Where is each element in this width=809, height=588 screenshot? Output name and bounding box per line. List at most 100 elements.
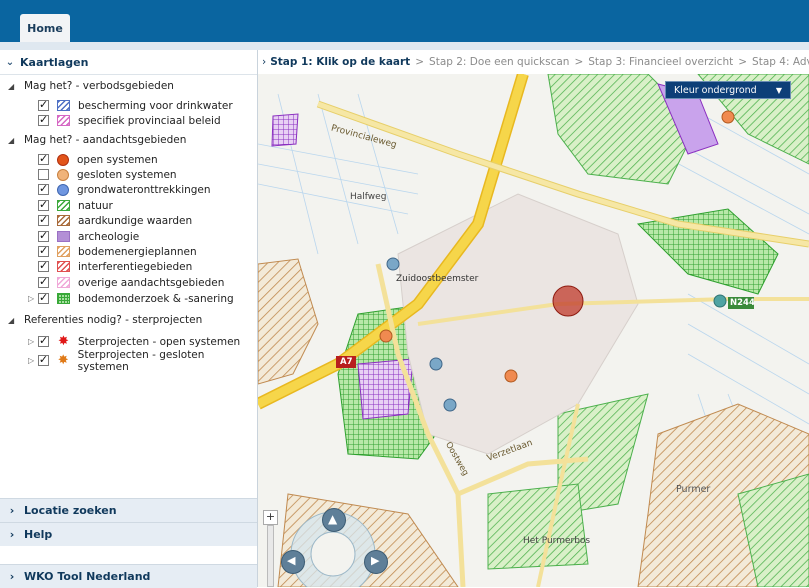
collapse-triangle-icon[interactable]: ◢ — [8, 136, 24, 145]
layer-label: gesloten systemen — [77, 168, 177, 181]
group-verbodsgebieden[interactable]: ◢ Mag het? - verbodsgebieden — [8, 80, 174, 92]
layer-checkbox[interactable] — [38, 229, 49, 242]
layer-label: bodemonderzoek & -sanering — [78, 292, 234, 305]
layer-grondwateronttrekkingen[interactable]: grondwateronttrekkingen — [28, 182, 211, 197]
top-navigation-bar: Home — [0, 0, 809, 42]
layer-checkbox[interactable] — [38, 98, 49, 111]
layer-checkbox[interactable] — [38, 259, 49, 272]
layer-bescherming-drinkwater[interactable]: bescherming voor drinkwater — [28, 98, 233, 113]
layer-bodemenergieplannen[interactable]: bodemenergieplannen — [28, 244, 197, 259]
step-1[interactable]: Stap 1: Klik op de kaart — [270, 56, 410, 68]
map-label-n244: N244 — [730, 298, 755, 308]
layer-checkbox[interactable] — [38, 334, 49, 347]
expand-arrow-icon[interactable]: ▷ — [28, 356, 38, 365]
step-2[interactable]: Stap 2: Doe een quickscan — [429, 56, 569, 68]
chevron-right-icon: › — [9, 504, 15, 517]
orange-dot-legend-icon — [57, 168, 69, 181]
hatch-orange-legend-icon — [57, 246, 70, 257]
step-3[interactable]: Stap 3: Financieel overzicht — [588, 56, 733, 68]
layer-label: interferentiegebieden — [78, 260, 193, 273]
layer-checkbox[interactable] — [38, 291, 49, 304]
expand-arrow-icon[interactable]: ▷ — [28, 294, 38, 303]
hatch-lightpink-legend-icon — [57, 277, 70, 288]
tab-home[interactable]: Home — [20, 14, 70, 42]
kaartlagen-title: Kaartlagen — [20, 55, 89, 69]
pan-right-button[interactable]: ▶ — [364, 550, 388, 574]
group-aandachtsgebieden[interactable]: ◢ Mag het? - aandachtsgebieden — [8, 134, 186, 146]
map-label-halfweg: Halfweg — [350, 192, 387, 202]
triangle-left-icon: ◀ — [287, 554, 296, 567]
layer-specifiek-provinciaal-beleid[interactable]: specifiek provinciaal beleid — [28, 113, 221, 128]
layer-checkbox[interactable] — [38, 152, 49, 165]
purple-fill-legend-icon — [57, 231, 70, 242]
current-step-arrow-icon: › — [262, 56, 267, 68]
sidebar: ⌄ Kaartlagen ◢ Mag het? - verbodsgebiede… — [0, 50, 258, 588]
dropdown-arrow-icon: ▼ — [775, 86, 782, 95]
panel-label: WKO Tool Nederland — [24, 570, 151, 583]
group-label: Mag het? - verbodsgebieden — [24, 80, 174, 92]
step-separator: > — [415, 56, 425, 68]
panel-label: Help — [24, 528, 53, 541]
layer-checkbox[interactable] — [38, 275, 49, 288]
basemap-dropdown[interactable]: Kleur ondergrond ▼ — [665, 81, 791, 99]
map-canvas[interactable]: Provincialeweg Halfweg Zuidoostbeemster … — [258, 74, 809, 587]
layer-checkbox[interactable] — [38, 169, 49, 180]
pan-left-button[interactable]: ◀ — [281, 550, 305, 574]
layer-archeologie[interactable]: archeologie — [28, 229, 139, 244]
hatch-blue-legend-icon — [57, 100, 70, 111]
group-label: Mag het? - aandachtsgebieden — [24, 134, 187, 146]
layer-checkbox[interactable] — [38, 182, 49, 195]
hatch-red-legend-icon — [57, 261, 70, 272]
chevron-right-icon: › — [9, 528, 15, 541]
layer-sterprojecten-open[interactable]: ▷ ✸ Sterprojecten - open systemen — [28, 334, 240, 349]
panel-locatie-zoeken[interactable]: › Locatie zoeken — [0, 498, 257, 522]
red-star-legend-icon: ✸ — [58, 334, 69, 349]
layer-checkbox[interactable] — [38, 213, 49, 226]
layer-natuur[interactable]: natuur — [28, 198, 113, 213]
red-dot-legend-icon — [57, 153, 69, 166]
grid-green-legend-icon — [57, 293, 70, 304]
map-label-purmer: Purmer — [676, 484, 711, 495]
panel-help[interactable]: › Help — [0, 522, 257, 546]
group-sterprojecten[interactable]: ◢ Referenties nodig? - sterprojecten — [8, 314, 202, 326]
layer-gesloten-systemen[interactable]: gesloten systemen — [28, 167, 177, 182]
hatch-brown-legend-icon — [57, 215, 70, 226]
panel-wko-tool[interactable]: › WKO Tool Nederland — [0, 564, 257, 588]
layer-aardkundige-waarden[interactable]: aardkundige waarden — [28, 213, 192, 228]
collapse-triangle-icon[interactable]: ◢ — [8, 82, 24, 91]
hatch-green-legend-icon — [57, 200, 70, 211]
chevron-right-icon: › — [9, 570, 15, 583]
hatch-pink-legend-icon — [57, 115, 70, 126]
panel-label: Locatie zoeken — [24, 504, 117, 517]
zoom-in-button[interactable]: + — [263, 510, 278, 525]
layer-label: bodemenergieplannen — [78, 245, 197, 258]
step-4[interactable]: Stap 4: Advies — [752, 56, 809, 68]
step-separator: > — [574, 56, 584, 68]
layer-interferentiegebieden[interactable]: interferentiegebieden — [28, 259, 192, 274]
layer-label: natuur — [78, 199, 113, 212]
chevron-down-icon: ⌄ — [5, 56, 15, 68]
step-breadcrumb: › Stap 1: Klik op de kaart > Stap 2: Doe… — [258, 50, 809, 74]
layer-checkbox[interactable] — [37, 353, 49, 366]
layer-checkbox[interactable] — [38, 244, 49, 257]
map-label-a7: A7 — [340, 357, 353, 367]
kaartlagen-panel-header[interactable]: ⌄ Kaartlagen — [0, 50, 257, 75]
map-label-het-purmerbos: Het Purmerbos — [523, 536, 591, 546]
layer-overige-aandachtsgebieden[interactable]: overige aandachtsgebieden — [28, 275, 224, 290]
top-divider-strip — [0, 42, 809, 50]
triangle-right-icon: ▶ — [371, 554, 380, 567]
layer-bodemonderzoek-sanering[interactable]: ▷ bodemonderzoek & -sanering — [28, 291, 234, 306]
map-label-zuidoostbeemster: Zuidoostbeemster — [396, 274, 479, 284]
zoom-slider[interactable] — [267, 525, 274, 587]
layer-label: archeologie — [78, 230, 140, 243]
pan-up-button[interactable]: ▲ — [322, 508, 346, 532]
layer-label: grondwateronttrekkingen — [77, 183, 211, 196]
layer-checkbox[interactable] — [38, 198, 49, 211]
layer-checkbox[interactable] — [38, 113, 49, 126]
step-separator: > — [738, 56, 748, 68]
layer-open-systemen[interactable]: open systemen — [28, 152, 158, 167]
expand-arrow-icon[interactable]: ▷ — [28, 337, 38, 346]
group-label: Referenties nodig? - sterprojecten — [24, 314, 203, 326]
collapse-triangle-icon[interactable]: ◢ — [8, 316, 24, 325]
layer-sterprojecten-gesloten[interactable]: ▷ ✸ Sterprojecten - gesloten systemen — [28, 349, 257, 373]
